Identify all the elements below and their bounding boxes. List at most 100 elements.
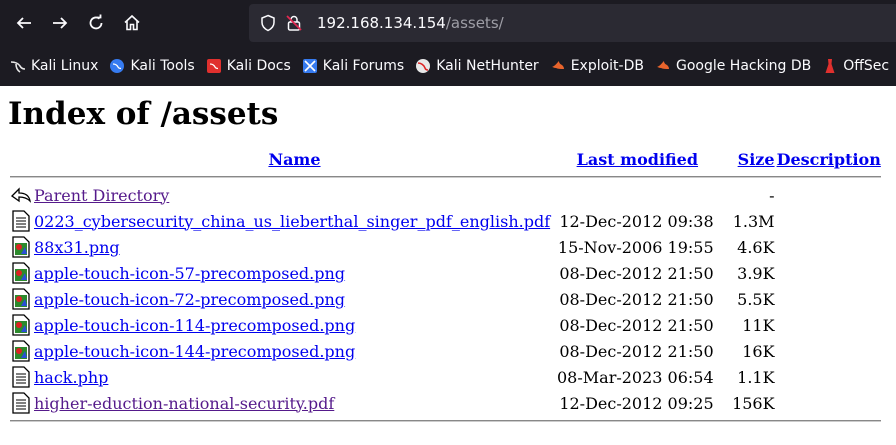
kali-docs-icon	[206, 58, 222, 74]
kali-forums-icon	[302, 58, 318, 74]
sort-by-modified-link[interactable]: Last modified	[577, 150, 698, 169]
sort-by-description-link[interactable]: Description	[777, 150, 881, 169]
back-button[interactable]	[6, 5, 42, 41]
table-header-row: Name Last modified Size Description	[10, 148, 881, 171]
description-cell	[777, 209, 881, 233]
size-cell: 16K	[742, 341, 775, 361]
modified-cell: 12-Dec-2012 09:25	[559, 393, 714, 413]
bookmark-label: OffSec	[843, 58, 890, 74]
table-row: 88x31.png 15-Nov-2006 19:55 4.6K	[10, 235, 881, 259]
bookmark-kali-nethunter[interactable]: Kali NetHunter	[415, 58, 539, 74]
file-link[interactable]: 0223_cybersecurity_china_us_lieberthal_s…	[34, 212, 550, 231]
navigation-toolbar: 192.168.134.154/assets/	[0, 0, 896, 46]
file-link[interactable]: apple-touch-icon-72-precomposed.png	[34, 290, 345, 309]
parent-directory-link[interactable]: Parent Directory	[34, 186, 169, 205]
description-cell	[777, 391, 881, 415]
arrow-right-icon	[53, 17, 68, 29]
bookmark-label: Google Hacking DB	[675, 58, 812, 74]
file-link[interactable]: apple-touch-icon-144-precomposed.png	[34, 342, 355, 361]
bookmark-kali-forums[interactable]: Kali Forums	[302, 58, 404, 74]
bookmark-label: Kali Linux	[31, 58, 99, 74]
image-file-icon	[12, 236, 30, 258]
table-row: apple-touch-icon-144-precomposed.png 08-…	[10, 339, 881, 363]
arrow-left-icon	[16, 17, 31, 29]
table-row: higher-eduction-national-security.pdf 12…	[10, 391, 881, 415]
file-link[interactable]: apple-touch-icon-57-precomposed.png	[34, 264, 345, 283]
icon-column-header	[10, 148, 32, 171]
description-cell	[777, 287, 881, 311]
modified-cell	[557, 183, 718, 207]
table-row: apple-touch-icon-114-precomposed.png 08-…	[10, 313, 881, 337]
bookmark-label: Kali Docs	[226, 58, 291, 74]
ghdb-icon	[655, 58, 671, 74]
page-title: Index of /assets	[8, 96, 279, 132]
size-cell: 4.6K	[737, 237, 775, 257]
size-cell: 156K	[732, 393, 775, 413]
address-bar[interactable]: 192.168.134.154/assets/	[249, 4, 896, 42]
image-file-icon	[12, 340, 30, 362]
file-link[interactable]: hack.php	[34, 368, 108, 387]
description-cell	[777, 183, 881, 207]
modified-cell: 08-Dec-2012 21:50	[559, 315, 714, 335]
home-button[interactable]	[114, 5, 150, 41]
table-row: Parent Directory -	[10, 183, 881, 207]
url-text[interactable]: 192.168.134.154/assets/	[317, 14, 504, 32]
description-cell	[777, 339, 881, 363]
sort-by-name-link[interactable]: Name	[268, 150, 320, 169]
modified-cell: 08-Dec-2012 21:50	[559, 263, 714, 283]
description-cell	[777, 365, 881, 389]
separator-row	[10, 417, 881, 425]
home-icon	[124, 14, 140, 31]
bookmark-kali-docs[interactable]: Kali Docs	[206, 58, 291, 74]
description-cell	[777, 313, 881, 337]
shield-icon[interactable]	[259, 14, 277, 32]
name-column-header: Name	[34, 148, 555, 171]
text-file-icon	[12, 366, 30, 388]
insecure-lock-icon[interactable]	[285, 14, 303, 32]
bookmark-label: Kali Forums	[322, 58, 405, 74]
bookmark-kali-linux[interactable]: Kali Linux	[10, 58, 98, 74]
bookmark-label: Kali NetHunter	[436, 58, 539, 74]
modified-column-header: Last modified	[557, 148, 718, 171]
bookmark-kali-tools[interactable]: Kali Tools	[109, 58, 195, 74]
bookmark-label: Exploit-DB	[570, 58, 644, 74]
sort-by-size-link[interactable]: Size	[738, 150, 775, 169]
kali-nethunter-icon	[415, 58, 431, 74]
file-link[interactable]: apple-touch-icon-114-precomposed.png	[34, 316, 355, 335]
size-cell: 3.9K	[737, 263, 775, 283]
offsec-icon	[822, 58, 838, 74]
bookmark-exploit-db[interactable]: Exploit-DB	[550, 58, 644, 74]
file-link[interactable]: higher-eduction-national-security.pdf	[34, 394, 334, 413]
size-cell: 5.5K	[737, 289, 775, 309]
image-file-icon	[12, 288, 30, 310]
table-row: 0223_cybersecurity_china_us_lieberthal_s…	[10, 209, 881, 233]
page-content: Index of /assets Name Last modified Size…	[0, 96, 896, 427]
directory-listing-table: Name Last modified Size Description Pare…	[8, 146, 883, 427]
modified-cell: 08-Dec-2012 21:50	[559, 289, 714, 309]
url-path: /assets/	[445, 14, 504, 32]
description-cell	[777, 261, 881, 285]
size-cell: 1.3M	[732, 211, 775, 231]
bookmark-label: Kali Tools	[130, 58, 195, 74]
bookmarks-toolbar: Kali Linux Kali Tools Kali Docs Kali For…	[0, 46, 896, 86]
modified-cell: 08-Mar-2023 06:54	[557, 367, 714, 387]
text-file-icon	[12, 210, 30, 232]
size-cell: -	[769, 185, 775, 205]
table-row: hack.php 08-Mar-2023 06:54 1.1K	[10, 365, 881, 389]
bookmark-offsec[interactable]: OffSec	[822, 58, 889, 74]
url-host: 192.168.134.154	[317, 14, 446, 32]
forward-button[interactable]	[42, 5, 78, 41]
size-column-header: Size	[720, 148, 775, 171]
reload-button[interactable]	[78, 5, 114, 41]
table-row: apple-touch-icon-72-precomposed.png 08-D…	[10, 287, 881, 311]
file-link[interactable]: 88x31.png	[34, 238, 120, 257]
description-cell	[777, 235, 881, 259]
description-column-header: Description	[777, 148, 881, 171]
image-file-icon	[12, 314, 30, 336]
horizontal-rule	[10, 176, 881, 178]
size-cell: 1.1K	[737, 367, 775, 387]
image-file-icon	[12, 262, 30, 284]
table-row: apple-touch-icon-57-precomposed.png 08-D…	[10, 261, 881, 285]
bookmark-google-hacking-db[interactable]: Google Hacking DB	[655, 58, 811, 74]
back-icon	[10, 187, 31, 203]
